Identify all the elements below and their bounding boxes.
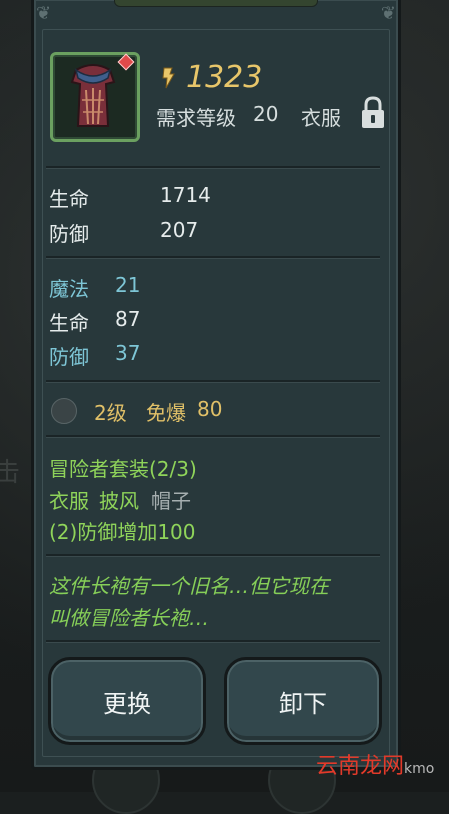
unequip-button-label: 卸下 xyxy=(279,689,327,718)
bonus-stat-label: 生命 xyxy=(49,311,89,335)
required-level-label: 需求等级 xyxy=(156,106,236,130)
flavor-text-line: 叫做冒险者长袍… xyxy=(49,606,209,630)
set-piece: 衣服 xyxy=(49,489,89,513)
rune-icon[interactable] xyxy=(51,398,77,424)
replace-button[interactable]: 更换 xyxy=(48,657,206,745)
corner-ornament-icon: ❦ xyxy=(36,3,52,24)
section-divider xyxy=(46,435,380,438)
bonus-stat-value: 21 xyxy=(115,273,141,297)
section-divider xyxy=(46,380,380,383)
base-stat-label: 生命 xyxy=(49,187,89,211)
flavor-text-line: 这件长袍有一个旧名…但它现在 xyxy=(49,574,329,598)
section-divider xyxy=(46,256,380,259)
rune-effect-label: 免爆 xyxy=(146,401,186,425)
section-divider xyxy=(46,166,380,169)
set-bonus: (2)防御增加100 xyxy=(49,520,196,544)
robe-icon xyxy=(70,64,116,127)
set-name: 冒险者套装(2/3) xyxy=(49,457,197,481)
rune-effect-value: 80 xyxy=(197,397,223,421)
replace-button-label: 更换 xyxy=(103,689,151,718)
power-icon xyxy=(162,67,175,89)
corner-ornament-icon: ❦ xyxy=(380,3,396,24)
panel-title-strip xyxy=(114,0,318,7)
item-power-value: 1323 xyxy=(186,60,263,95)
set-piece: 披风 xyxy=(99,489,139,513)
base-stat-label: 防御 xyxy=(49,222,89,246)
watermark-suffix: kmo xyxy=(404,761,435,777)
lock-icon[interactable] xyxy=(360,96,386,130)
base-stat-value: 207 xyxy=(160,218,199,242)
bonus-stat-label: 魔法 xyxy=(49,277,89,301)
rune-level: 2级 xyxy=(94,401,127,425)
background-scene-fragment: 击 xyxy=(0,458,21,488)
site-watermark: 云南龙网kmo xyxy=(316,748,434,780)
unequip-button[interactable]: 卸下 xyxy=(224,657,382,745)
base-stat-value: 1714 xyxy=(160,183,211,207)
set-piece-missing: 帽子 xyxy=(151,489,191,513)
bonus-stat-label: 防御 xyxy=(49,345,89,369)
watermark-brand: 云南龙网 xyxy=(316,754,405,779)
bonus-stat-value: 87 xyxy=(115,307,141,331)
required-level-value: 20 xyxy=(253,102,279,126)
item-type-label: 衣服 xyxy=(301,106,341,130)
section-divider xyxy=(46,554,380,557)
section-divider xyxy=(46,640,380,643)
bonus-stat-value: 37 xyxy=(115,341,141,365)
